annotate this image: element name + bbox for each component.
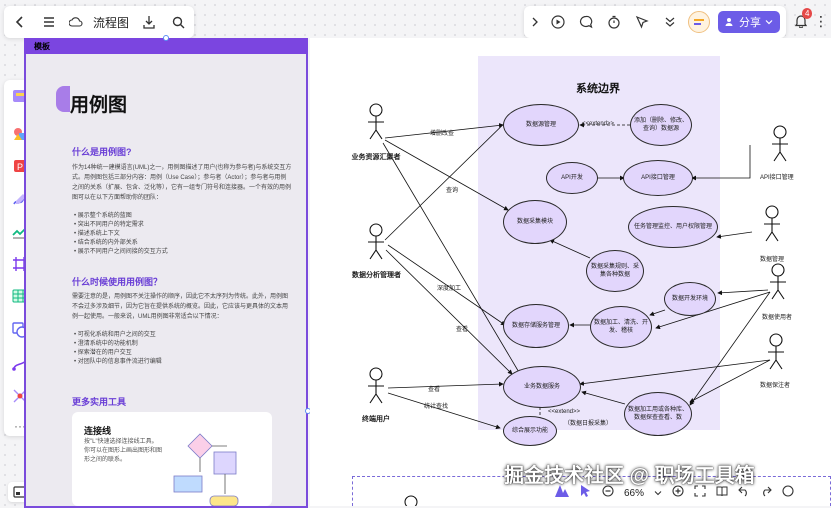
- edge-label: <<extend>>: [582, 121, 615, 127]
- bottom-toolbar: 66%: [548, 482, 831, 504]
- use-case-api-dev[interactable]: API开发: [546, 162, 598, 194]
- select-cursor-icon[interactable]: [580, 484, 592, 503]
- actor-label: 业务资源汇聚者: [351, 154, 401, 161]
- brand-logo-icon: [554, 484, 570, 503]
- use-case-task-monitor[interactable]: 任务管理监控、用户权限管理: [628, 206, 718, 248]
- undo-icon[interactable]: [738, 484, 750, 502]
- edge-label: 查询: [446, 188, 459, 194]
- actor-data-maintainer: [768, 333, 784, 370]
- actor-label: 数据管理: [760, 257, 785, 263]
- actor-data-operator: [764, 205, 780, 242]
- use-case-data-service[interactable]: 数据存储服务管理: [503, 304, 569, 348]
- use-case-biz-service[interactable]: 业务数据服务: [503, 366, 581, 408]
- book-icon[interactable]: [716, 484, 728, 502]
- fit-screen-icon[interactable]: [694, 484, 706, 502]
- use-case-collect-detail[interactable]: 数据采集规则、采集各种数据: [586, 250, 644, 292]
- actor-api-user: [772, 125, 788, 162]
- actor-label: API接口管理: [760, 175, 794, 181]
- actor-label: 数据保注者: [760, 383, 791, 389]
- actor-analyst: [368, 223, 384, 260]
- edge-label: 查看: [428, 387, 441, 393]
- use-case-data-mgmt[interactable]: 数据源管理: [503, 104, 579, 146]
- edge-label: （数据日报采集）: [564, 421, 613, 427]
- chevron-down-icon[interactable]: [654, 484, 662, 502]
- use-case-data-collect[interactable]: 数据采集模块: [503, 200, 567, 244]
- edge-label: <<extend>>: [548, 409, 581, 415]
- actor-label: 终端用户: [362, 416, 390, 423]
- use-case-api-interface[interactable]: API接口管理: [623, 160, 693, 196]
- use-case-analysis[interactable]: 数据加工用或各种库、数据探查查看、数: [624, 392, 692, 436]
- use-case-dev-env[interactable]: 数据开发环境: [664, 282, 716, 316]
- use-case-multi-display[interactable]: 综合展示功能: [503, 416, 557, 446]
- edge-label: 统计查找: [424, 404, 449, 410]
- actor-data-user: [770, 263, 786, 300]
- zoom-in-icon[interactable]: [672, 484, 684, 502]
- use-case-process-detail[interactable]: 数据加工、清洗、开发、稽核: [590, 306, 652, 348]
- zoom-level[interactable]: 66%: [624, 488, 644, 499]
- redo-icon[interactable]: [760, 484, 772, 502]
- help-icon[interactable]: [782, 484, 794, 502]
- actor-end-user: [368, 367, 384, 404]
- actor-label: 数据使用者: [762, 315, 793, 321]
- actor-label: 数据分析管理者: [352, 272, 401, 279]
- diagram-connectors: [368, 103, 788, 506]
- edge-label: 增删改查: [430, 131, 455, 137]
- zoom-out-icon[interactable]: [602, 484, 614, 502]
- actor-biz-admin: [368, 103, 384, 140]
- edge-label: 查看: [456, 327, 469, 333]
- edge-label: 深度加工: [437, 286, 462, 292]
- use-case-add-edit[interactable]: 添加（删除、修改、查询）数据源: [630, 104, 692, 146]
